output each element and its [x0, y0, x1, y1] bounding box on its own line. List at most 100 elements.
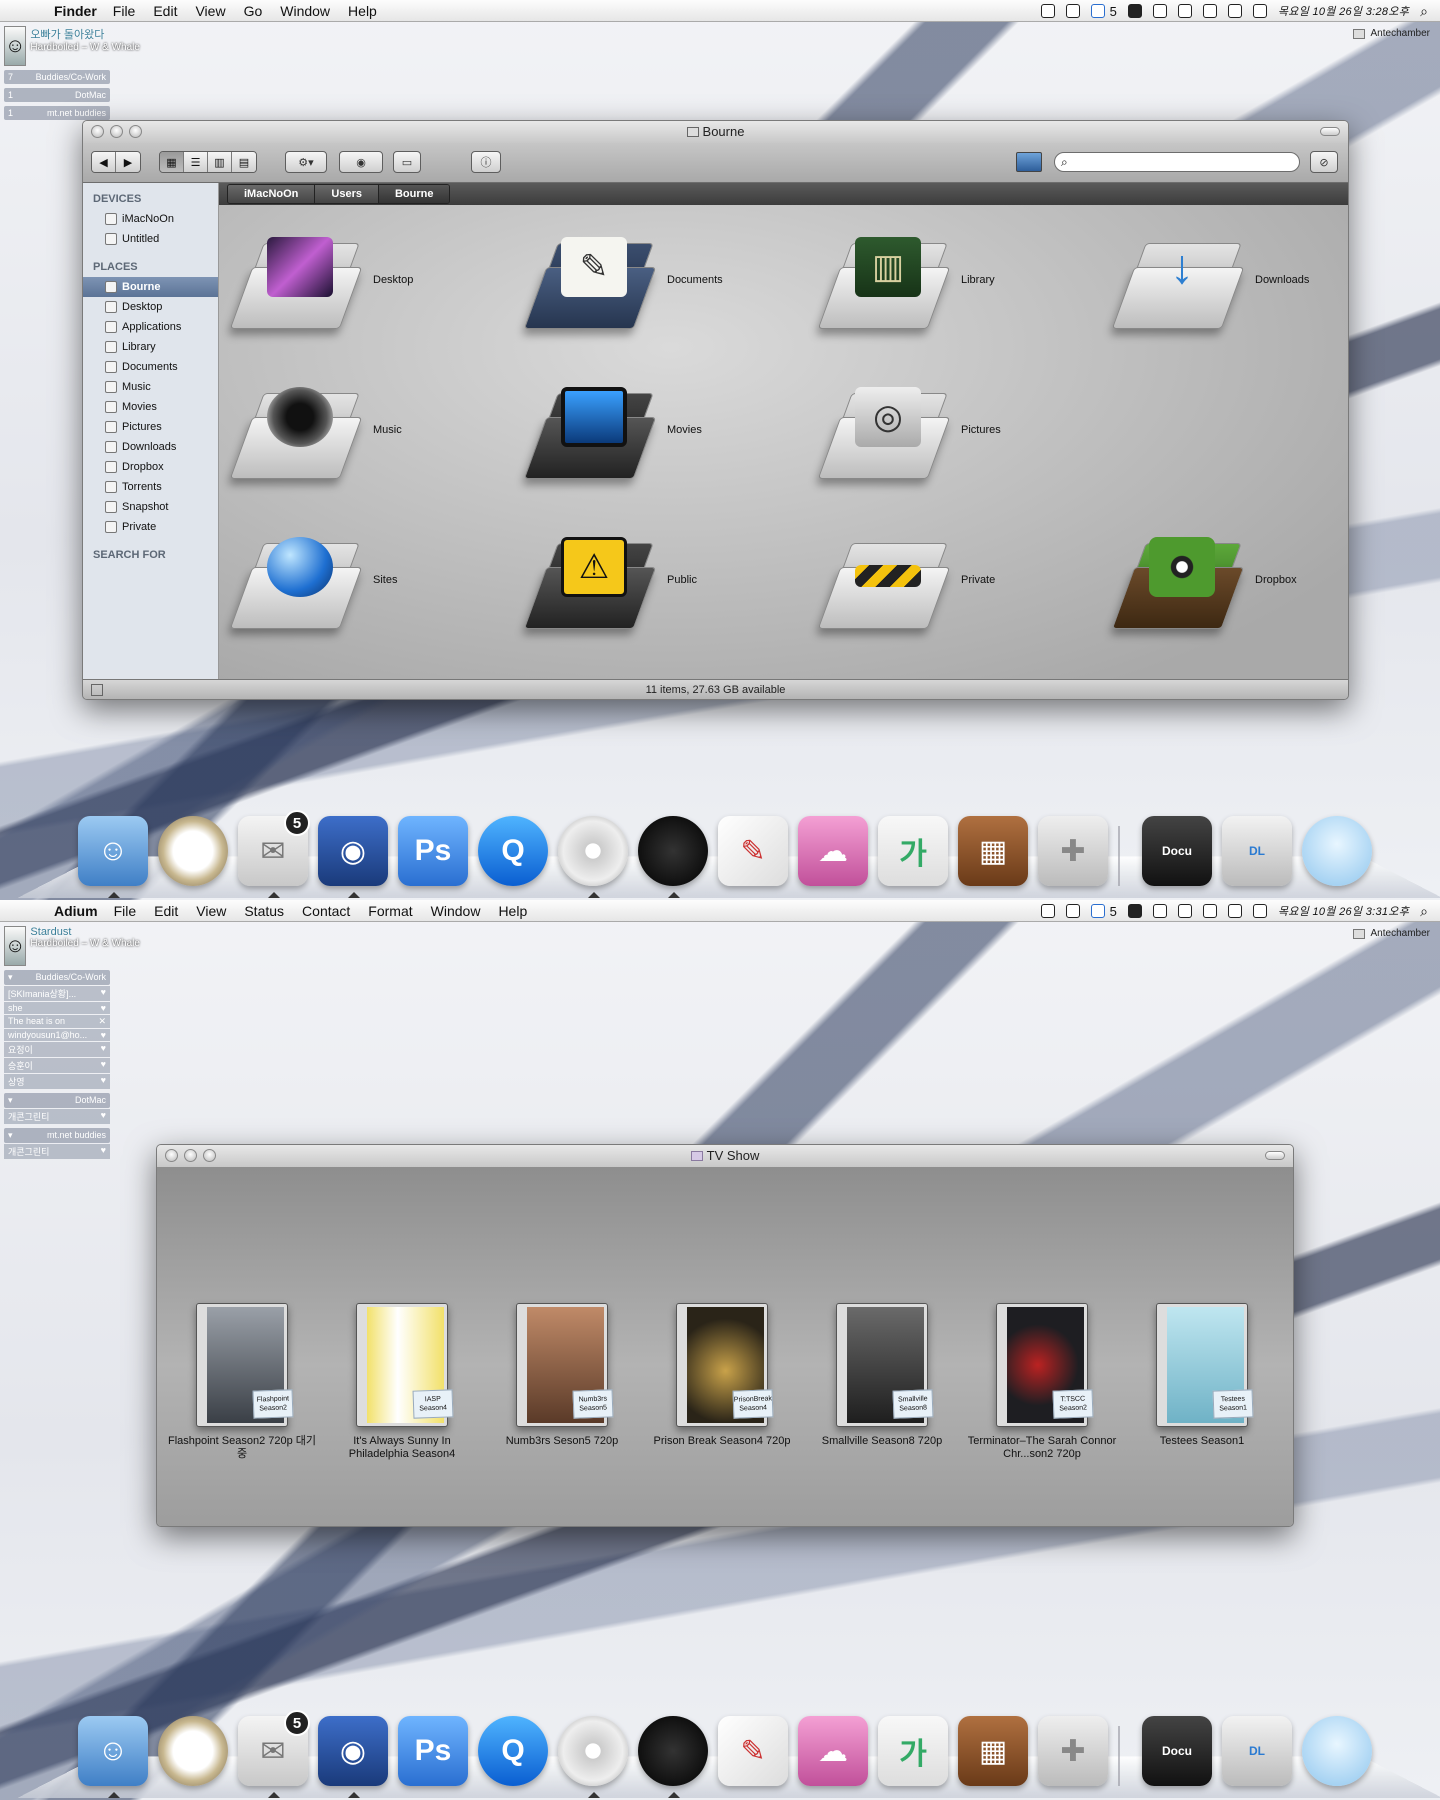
folder-item-pictures[interactable]: ◎ Pictures — [817, 375, 1001, 485]
dock-quicktime-icon[interactable]: Q — [478, 1716, 548, 1786]
menu-status[interactable]: Status — [244, 903, 284, 919]
sidebar-item-torrents[interactable]: Torrents — [83, 477, 218, 497]
sidebar-item-dropbox[interactable]: Dropbox — [83, 457, 218, 477]
path-crumb-users[interactable]: Users — [315, 185, 379, 203]
contact-item[interactable]: 승훈이 ♥ — [4, 1058, 110, 1073]
sidebar-item-documents[interactable]: Documents — [83, 357, 218, 377]
grid-icon[interactable] — [91, 684, 103, 696]
dock-photoshop-icon[interactable]: Ps — [398, 816, 468, 886]
menu-file[interactable]: File — [114, 903, 137, 919]
folder-item-dropbox[interactable]: Dropbox — [1111, 525, 1297, 635]
avatar[interactable]: ☺ — [4, 26, 27, 66]
contact-item[interactable]: 개콘그린티 ♥ — [4, 1144, 110, 1159]
dock-stack-docu[interactable]: Docu — [1142, 1716, 1212, 1786]
wifi-icon[interactable] — [1177, 4, 1192, 18]
contact-item[interactable]: 상영 ♥ — [4, 1074, 110, 1089]
menu-edit[interactable]: Edit — [154, 903, 178, 919]
computer-icon[interactable] — [1016, 152, 1042, 172]
dock-safari-icon[interactable] — [158, 1716, 228, 1786]
contact-item[interactable]: [SKImania상황]... ♥ — [4, 986, 110, 1001]
list-view-button[interactable]: ☰ — [184, 152, 208, 172]
dock-itunes-icon[interactable] — [558, 1716, 628, 1798]
burn-button[interactable]: ⊘ — [1310, 151, 1338, 173]
stacks-icon[interactable] — [1040, 904, 1055, 918]
search-input[interactable] — [1071, 156, 1299, 168]
window-titlebar[interactable]: Bourne — [83, 121, 1348, 143]
sidebar-item-snapshot[interactable]: Snapshot — [83, 497, 218, 517]
dvd-item[interactable]: Smallville Season8 Smallville Season8 72… — [807, 1303, 957, 1448]
sidebar-item-desktop[interactable]: Desktop — [83, 297, 218, 317]
volume-icon[interactable] — [1202, 4, 1217, 18]
dock-adium-icon[interactable]: ◉ — [318, 1716, 388, 1798]
dock-ghost-icon[interactable]: ☁ — [798, 816, 868, 886]
input-menu-icon[interactable] — [1252, 904, 1267, 918]
antechamber-widget[interactable]: Antechamber — [1352, 28, 1430, 39]
quicklook-button[interactable]: ◉ — [339, 151, 383, 173]
menu-format[interactable]: Format — [368, 903, 412, 919]
bluetooth-icon[interactable] — [1152, 904, 1167, 918]
menu-help[interactable]: Help — [348, 3, 377, 19]
dock-bomb-icon[interactable] — [638, 1716, 708, 1798]
menu-contact[interactable]: Contact — [302, 903, 350, 919]
dock-finder-icon[interactable]: ☺ — [78, 816, 148, 898]
menubar-clock[interactable]: 목요일 10월 26일 3:28오후 — [1278, 3, 1409, 19]
dock-dictionary-icon[interactable]: 가 — [878, 1716, 948, 1786]
adium-group-mtnet[interactable]: 1 mt.net buddies — [4, 106, 110, 120]
menu-view[interactable]: View — [195, 3, 225, 19]
menu-app-name[interactable]: Finder — [54, 3, 97, 19]
folder-item-desktop[interactable]: Desktop — [229, 225, 413, 335]
path-crumb-bourne[interactable]: Bourne — [378, 185, 450, 203]
dock-finder-icon[interactable]: ☺ — [78, 1716, 148, 1798]
dvd-item[interactable]: IASP Season4 It's Always Sunny In Philad… — [327, 1303, 477, 1461]
dock-mail-icon[interactable]: ✉ 5 — [238, 1710, 310, 1798]
folder-item-music[interactable]: Music — [229, 375, 402, 485]
menu-file[interactable]: File — [113, 3, 136, 19]
dock-trash-icon[interactable] — [1302, 1716, 1372, 1786]
adium-group-dotmac[interactable]: 1 DotMac — [4, 88, 110, 102]
dock-ghost-icon[interactable]: ☁ — [798, 1716, 868, 1786]
dvd-item[interactable]: Flashpoint Season2 Flashpoint Season2 72… — [167, 1303, 317, 1461]
sidebar-item-music[interactable]: Music — [83, 377, 218, 397]
bluetooth-icon[interactable] — [1152, 4, 1167, 18]
antechamber-widget[interactable]: Antechamber — [1352, 928, 1430, 939]
contact-item[interactable]: 개콘그린티 ♥ — [4, 1109, 110, 1124]
adium-group-buddies[interactable]: ▾ Buddies/Co-Work — [4, 970, 110, 985]
action-menu-button[interactable]: ⚙▾ — [285, 151, 327, 173]
adium-status[interactable]: 오빠가 돌아왔다 — [30, 26, 140, 42]
spaces-icon[interactable] — [1090, 904, 1105, 918]
dock-quicktime-icon[interactable]: Q — [478, 816, 548, 886]
sidebar-item-untitled[interactable]: Untitled — [83, 229, 218, 249]
toolbar-toggle-button[interactable] — [1320, 127, 1340, 136]
dock-mail-icon[interactable]: ✉ 5 — [238, 810, 310, 898]
menu-go[interactable]: Go — [244, 3, 263, 19]
sidebar-item-private[interactable]: Private — [83, 517, 218, 537]
minimize-button[interactable] — [110, 125, 123, 138]
toolbar-toggle-button[interactable] — [1265, 1151, 1285, 1160]
timemachine-icon[interactable] — [1127, 4, 1142, 18]
dock-dictionary-icon[interactable]: 가 — [878, 816, 948, 886]
column-view-button[interactable]: ▥ — [208, 152, 232, 172]
folder-item-documents[interactable]: ✎ Documents — [523, 225, 723, 335]
sidebar-item-applications[interactable]: Applications — [83, 317, 218, 337]
dock-widgets-icon[interactable]: ▦ — [958, 816, 1028, 886]
coverflow-view-button[interactable]: ▤ — [232, 152, 256, 172]
dock-bomb-icon[interactable] — [638, 816, 708, 898]
sidebar-places-header[interactable]: PLACES — [83, 257, 218, 277]
dock-safari-icon[interactable] — [158, 816, 228, 886]
zoom-button[interactable] — [203, 1149, 216, 1162]
contact-item[interactable]: she ♥ — [4, 1002, 110, 1014]
battery-icon[interactable] — [1227, 4, 1242, 18]
dvd-item[interactable]: Numb3rs Season5 Numb3rs Seson5 720p — [487, 1303, 637, 1448]
window-titlebar[interactable]: TV Show — [157, 1145, 1293, 1167]
adium-group-dotmac[interactable]: ▾ DotMac — [4, 1093, 110, 1108]
contact-item[interactable]: 요정이 ♥ — [4, 1042, 110, 1057]
zoom-button[interactable] — [129, 125, 142, 138]
menu-edit[interactable]: Edit — [153, 3, 177, 19]
dock-stack-dl[interactable]: DL — [1222, 1716, 1292, 1786]
folder-item-public[interactable]: ⚠ Public — [523, 525, 697, 635]
dock-photoshop-icon[interactable]: Ps — [398, 1716, 468, 1786]
menu-help[interactable]: Help — [498, 903, 527, 919]
input-menu-icon[interactable] — [1252, 4, 1267, 18]
stacks-icon[interactable] — [1040, 4, 1055, 18]
sidebar-item-movies[interactable]: Movies — [83, 397, 218, 417]
